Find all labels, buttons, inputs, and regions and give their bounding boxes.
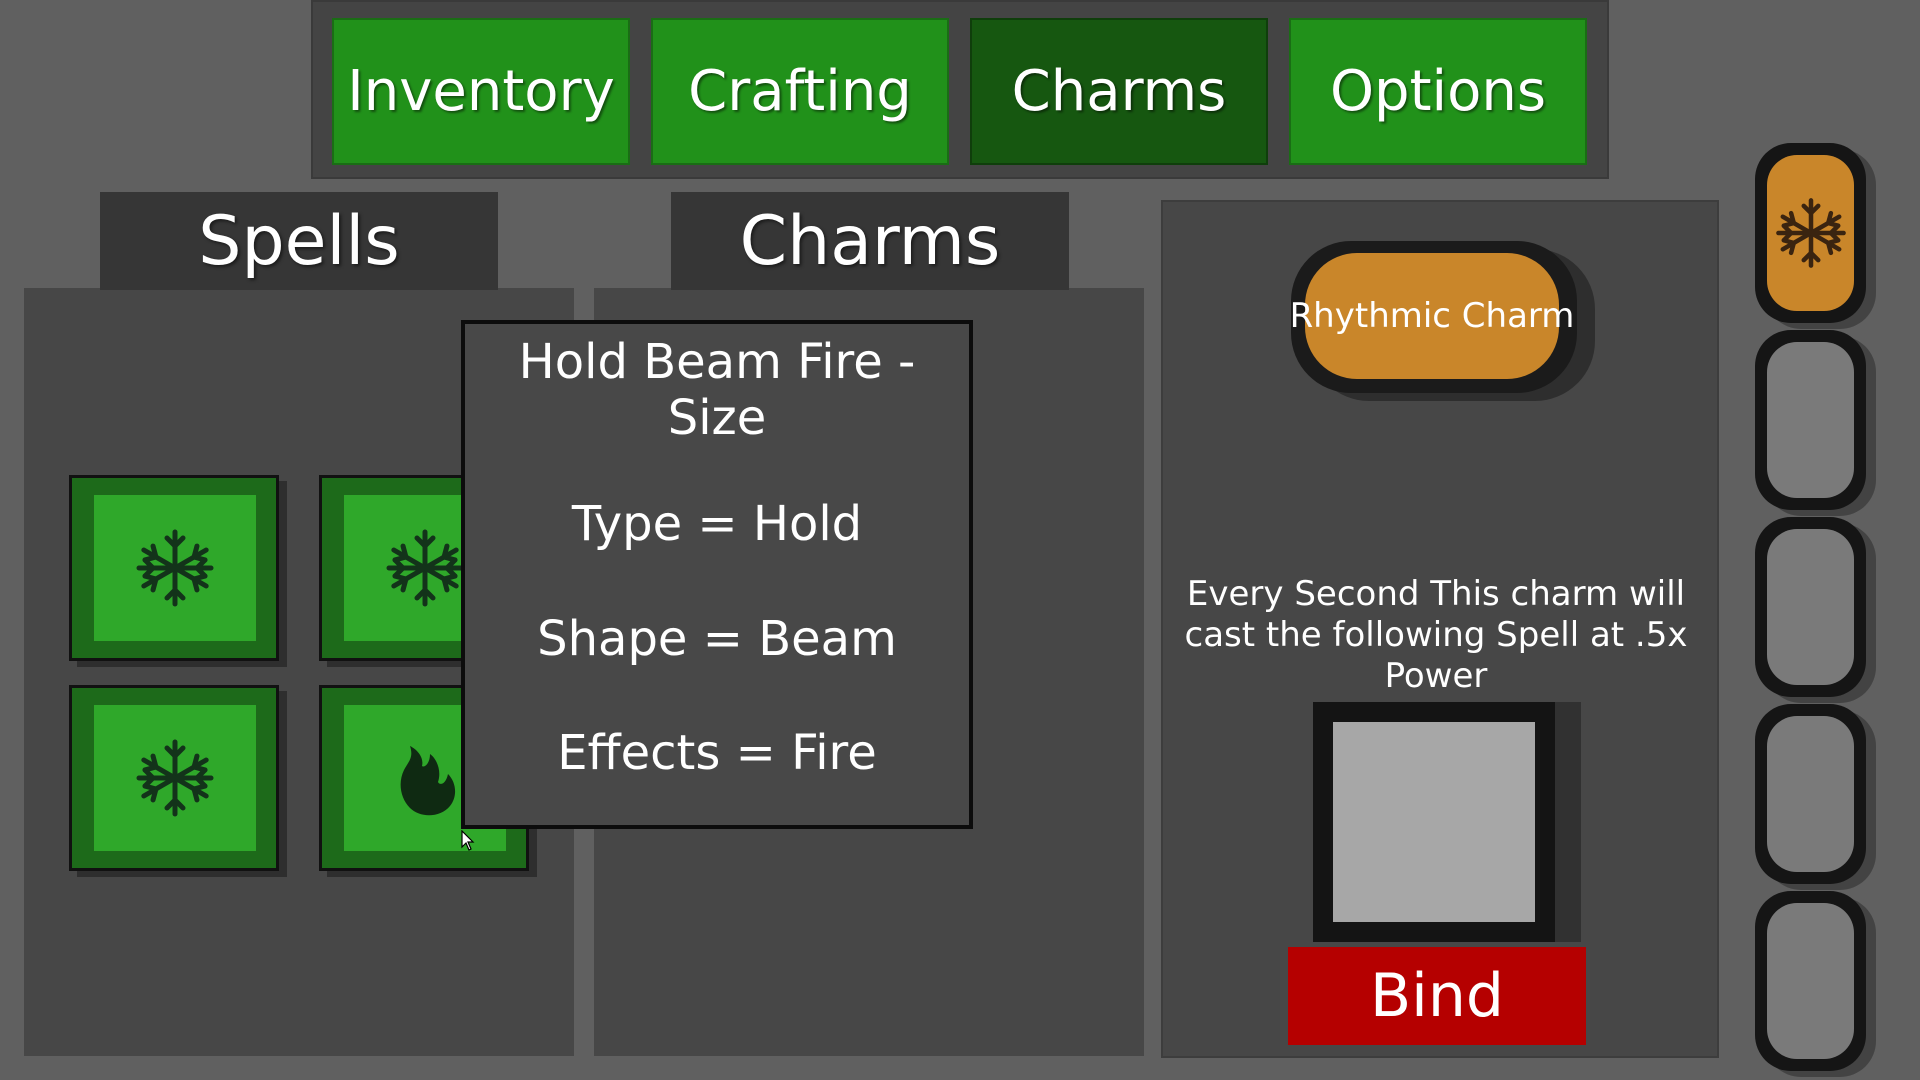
spell-slot-face — [94, 495, 256, 641]
menu-tab-bar: Inventory Crafting Charms Options — [311, 0, 1609, 179]
charm-slot-1[interactable] — [1755, 143, 1866, 323]
spell-slot-face — [94, 705, 256, 851]
tooltip-type: Type = Hold — [571, 496, 863, 552]
tab-inventory[interactable]: Inventory — [332, 18, 630, 165]
spell-slot-1[interactable] — [69, 475, 279, 661]
charms-panel-title: Charms — [671, 192, 1069, 290]
snowflake-icon — [386, 529, 464, 607]
mouse-cursor-icon — [461, 830, 475, 851]
game-menu-screen: Inventory Crafting Charms Options Spells… — [0, 0, 1920, 1080]
bound-spell-slot-face — [1333, 722, 1535, 922]
spell-tooltip: Hold Beam Fire - Size Type = Hold Shape … — [461, 320, 973, 829]
tab-options[interactable]: Options — [1289, 18, 1587, 165]
tab-charms[interactable]: Charms — [970, 18, 1268, 165]
charm-slot-face — [1767, 903, 1854, 1059]
tab-crafting[interactable]: Crafting — [651, 18, 949, 165]
spells-panel-title: Spells — [100, 192, 498, 290]
tooltip-title: Hold Beam Fire - Size — [518, 334, 916, 446]
bind-button[interactable]: Bind — [1288, 947, 1586, 1045]
spell-slot-3[interactable] — [69, 685, 279, 871]
charm-description: Every Second This charm will cast the fo… — [1184, 574, 1688, 696]
snowflake-icon — [1775, 198, 1846, 268]
charm-slot-4[interactable] — [1755, 704, 1866, 884]
bound-spell-slot[interactable] — [1313, 702, 1555, 942]
charm-slot-face — [1767, 155, 1854, 311]
charm-name: Rhythmic Charm — [1290, 253, 1574, 379]
flame-icon — [400, 746, 456, 816]
charm-slot-face — [1767, 716, 1854, 872]
charm-badge: Rhythmic Charm — [1290, 241, 1577, 393]
charm-slot-5[interactable] — [1755, 891, 1866, 1071]
snowflake-icon — [136, 529, 214, 607]
charm-slot-2[interactable] — [1755, 330, 1866, 510]
tooltip-shape: Shape = Beam — [537, 611, 897, 667]
charm-slot-face — [1767, 342, 1854, 498]
tooltip-effects: Effects = Fire — [557, 725, 877, 781]
charm-slot-3[interactable] — [1755, 517, 1866, 697]
charm-slot-face — [1767, 529, 1854, 685]
snowflake-icon — [136, 739, 214, 817]
